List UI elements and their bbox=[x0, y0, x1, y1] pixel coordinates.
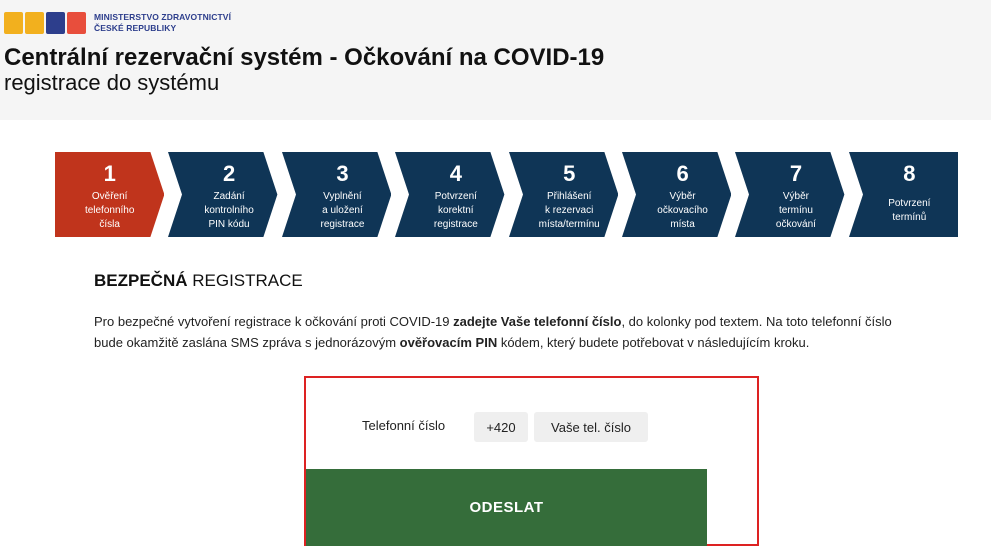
step-label-line: telefonního bbox=[84, 205, 135, 216]
logo-mark bbox=[4, 12, 86, 34]
step-number: 6 bbox=[676, 161, 689, 186]
step-label-line: Potvrzení bbox=[888, 198, 931, 209]
step-label: Vyplnění a uložení registrace bbox=[294, 190, 391, 232]
step-label: Potvrzení korektní registrace bbox=[407, 190, 504, 232]
section-title-rest: REGISTRACE bbox=[187, 271, 303, 290]
step-content: 6 Výběr očkovacího místa bbox=[622, 161, 731, 232]
step-number: 5 bbox=[563, 161, 576, 186]
step-label-line: termínu bbox=[778, 205, 813, 216]
step-label: Přihlášení k rezervaci místa/termínu bbox=[521, 190, 618, 232]
step-number: 3 bbox=[336, 161, 349, 186]
step-label-line: Výběr bbox=[782, 191, 809, 202]
step-4: 4 Potvrzení korektní registrace bbox=[395, 152, 505, 237]
step-label: Potvrzení termínů bbox=[861, 197, 958, 225]
country-prefix[interactable]: +420 bbox=[474, 412, 528, 442]
step-content: 4 Potvrzení korektní registrace bbox=[395, 161, 504, 232]
step-label-line: k rezervaci bbox=[545, 205, 594, 216]
step-content: 5 Přihlášení k rezervaci místa/termínu bbox=[509, 161, 618, 232]
step-content: 1 Ověření telefonního čísla bbox=[55, 161, 164, 232]
step-label-line: a uložení bbox=[322, 205, 363, 216]
step-number: 2 bbox=[222, 161, 236, 186]
section-title: BEZPEČNÁ REGISTRACE bbox=[94, 271, 303, 291]
step-label: Výběr termínu očkování bbox=[747, 190, 844, 232]
ministry-logo[interactable]: MINISTERSTVO ZDRAVOTNICTVÍ ČESKÉ REPUBLI… bbox=[4, 10, 231, 36]
step-8: 8 Potvrzení termínů bbox=[848, 152, 958, 237]
step-content: 8 Potvrzení termínů bbox=[849, 161, 958, 225]
step-label-line: čísla bbox=[99, 219, 120, 230]
step-7: 7 Výběr termínu očkování bbox=[735, 152, 845, 237]
step-label: Výběr očkovacího místa bbox=[634, 190, 731, 232]
step-label-line: očkovacího bbox=[657, 205, 708, 216]
phone-label: Telefonní číslo bbox=[362, 418, 446, 433]
ministry-name-line2: ČESKÉ REPUBLIKY bbox=[94, 23, 177, 33]
step-label-line: Zadání bbox=[213, 191, 245, 202]
page-title: Centrální rezervační systém - Očkování n… bbox=[4, 44, 605, 71]
step-label-line: Vyplnění bbox=[323, 191, 362, 202]
step-6: 6 Výběr očkovacího místa bbox=[621, 152, 732, 237]
step-label-line: Ověření bbox=[91, 191, 128, 202]
step-label-line: korektní bbox=[438, 205, 474, 216]
step-content: 2 Zadání kontrolního PIN kódu bbox=[168, 161, 277, 232]
step-label: Ověření telefonního čísla bbox=[55, 190, 164, 232]
step-label-line: místa bbox=[670, 219, 695, 230]
phone-input[interactable] bbox=[534, 412, 648, 442]
step-label-line: registrace bbox=[433, 219, 478, 230]
step-label-line: místa/termínu bbox=[538, 219, 600, 230]
para-bold-2: ověřovacím PIN bbox=[399, 335, 498, 350]
step-label-line: termínů bbox=[892, 212, 927, 223]
para-bold-1: zadejte Vaše telefonní číslo bbox=[453, 314, 622, 329]
section-title-bold: BEZPEČNÁ bbox=[94, 271, 188, 290]
logo-block-3 bbox=[46, 12, 65, 34]
step-label-line: Potvrzení bbox=[434, 191, 477, 202]
step-content: 7 Výběr termínu očkování bbox=[735, 161, 844, 232]
step-label-line: kontrolního bbox=[204, 205, 254, 216]
phone-form: Telefonní číslo +420 ODESLAT bbox=[304, 376, 759, 546]
step-2: 2 Zadání kontrolního PIN kódu bbox=[168, 152, 278, 237]
instructions-paragraph: Pro bezpečné vytvoření registrace k očko… bbox=[94, 311, 894, 353]
step-3: 3 Vyplnění a uložení registrace bbox=[281, 152, 392, 237]
para-part-1: Pro bezpečné vytvoření registrace k očko… bbox=[94, 314, 454, 329]
logo-block-2 bbox=[25, 12, 44, 34]
step-1: 1 Ověření telefonního čísla bbox=[55, 152, 165, 237]
step-label-line: PIN kódu bbox=[208, 219, 250, 230]
page-subtitle: registrace do systému bbox=[4, 70, 220, 95]
step-label-line: očkování bbox=[775, 219, 816, 230]
ministry-name-line1: MINISTERSTVO ZDRAVOTNICTVÍ bbox=[94, 12, 232, 22]
page-header: MINISTERSTVO ZDRAVOTNICTVÍ ČESKÉ REPUBLI… bbox=[0, 0, 991, 120]
step-label-line: registrace bbox=[320, 219, 365, 230]
progress-steps: 1 Ověření telefonního čísla 2 Zadání kontrolní… bbox=[55, 152, 958, 237]
step-label-line: Výběr bbox=[669, 191, 696, 202]
step-number: 7 bbox=[789, 161, 803, 186]
step-number: 4 bbox=[449, 161, 462, 186]
step-content: 3 Vyplnění a uložení registrace bbox=[282, 161, 391, 232]
submit-button[interactable]: ODESLAT bbox=[306, 469, 707, 546]
logo-block-4 bbox=[67, 12, 86, 34]
step-number: 1 bbox=[103, 161, 116, 186]
para-part-3: kódem, který budete potřebovat v následu… bbox=[497, 335, 810, 350]
step-5: 5 Přihlášení k rezervaci místa/termínu bbox=[508, 152, 618, 237]
logo-block-1 bbox=[4, 12, 23, 34]
step-number: 8 bbox=[903, 161, 916, 186]
ministry-name: MINISTERSTVO ZDRAVOTNICTVÍ ČESKÉ REPUBLI… bbox=[94, 12, 231, 34]
step-label-line: Přihlášení bbox=[546, 191, 592, 202]
step-label: Zadání kontrolního PIN kódu bbox=[180, 190, 277, 232]
